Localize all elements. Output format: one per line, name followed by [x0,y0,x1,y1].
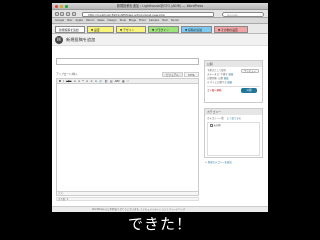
post-title-input[interactable] [56,58,199,65]
navigation-bar: http://localhost:8201/AEMI/wp-admin/post… [52,10,268,18]
align-center-button[interactable]: ≡ [90,80,92,83]
clock-icon: ◷ [207,81,210,84]
tab-add-post[interactable]: ▼ 投稿の追加 [181,25,212,33]
category-checkbox[interactable] [210,124,213,127]
blockquote-button[interactable]: ❝ [82,80,83,83]
tab-bar: 新規投稿を追加 ▼ 設定 ▼ デザイン ▼ プラグイン ▼ 投稿の追加 ▼ その… [52,24,268,34]
browser-window: 新規投稿を追加 ‹ Lighthouse@GTO (AEMI) — WordPr… [52,3,268,212]
align-right-button[interactable]: ≡ [95,80,97,83]
bookmark-item[interactable]: Google [55,19,64,22]
bookmark-item[interactable]: Flickr [139,19,146,22]
editor-path: パス: [56,192,199,196]
save-draft-button[interactable]: 下書きとして保存 [207,69,226,72]
permalink-row [56,67,199,71]
tab-settings[interactable]: ▼ 設定 [87,25,114,33]
bookmark-item[interactable]: Blogs [129,19,136,22]
bookmark-item[interactable]: Mac [67,19,72,22]
address-bar[interactable]: http://localhost:8201/AEMI/wp-admin/post… [82,11,214,17]
list-item[interactable]: 未分類 [210,124,257,128]
visibility-label: 公開状態: 公開 [207,77,223,80]
editor-mode-tabs: ビジュアル HTML [162,72,199,77]
category-label: 未分類 [213,124,221,127]
wp-page-header: W 新規投稿を追加 [52,34,268,46]
bold-button[interactable]: B [59,80,61,83]
bookmark-item[interactable]: Social [171,19,179,22]
reload-button[interactable] [66,12,70,16]
tab-new-post[interactable]: 新規投稿を追加 [55,25,85,33]
slide-caption: できた！ [127,215,192,233]
strikethrough-button[interactable]: ABC [66,80,71,83]
bookmark-item[interactable]: Apple [75,19,82,22]
bullet-list-button[interactable]: ≡ [74,80,76,83]
fullscreen-button[interactable]: ⛶ [127,80,129,83]
schedule-label: すぐに公開する [209,81,227,84]
trash-link[interactable]: ゴミ箱へ移動 [207,89,221,92]
kitchen-sink-button[interactable]: ▦ [122,80,124,83]
back-button[interactable] [55,12,59,16]
bookmark-item[interactable]: Camera [149,19,159,22]
tab-all-categories[interactable]: カテゴリー一覧 [207,117,224,121]
post-editor: アップロード/挿入 ビジュアル HTML B I ABC ≡ ≡ ❝ ≡ ≡ ≡… [56,58,199,208]
window-title: 新規投稿を追加 ‹ Lighthouse@GTO (AEMI) — WordPr… [116,4,204,8]
insert-link-button[interactable]: 🔗 [99,80,102,83]
word-count: 文字数: 0 [56,197,199,201]
unlink-button[interactable]: ⛓ [105,80,108,83]
insert-more-button[interactable]: ▤ [110,80,112,83]
tab-other-settings[interactable]: ▼ その他の設定 [214,25,248,33]
status-label: ステータス: 下書き [207,73,228,76]
post-content-textarea[interactable] [56,84,199,192]
bookmark-item[interactable]: News [98,19,105,22]
bookmark-item[interactable]: Design [108,19,117,22]
schedule-edit-link[interactable]: 編集 [227,81,232,84]
tab-popular-categories[interactable]: よく使うもの [227,117,241,121]
bookmark-item[interactable]: Yahoo! [86,19,95,22]
page-title: 新規投稿を追加 [66,37,96,42]
upload-insert-label[interactable]: アップロード/挿入 [56,73,78,76]
align-left-button[interactable]: ≡ [86,80,88,83]
title-bar: 新規投稿を追加 ‹ Lighthouse@GTO (AEMI) — WordPr… [52,3,268,10]
tab-plugins[interactable]: ▼ プラグイン [148,25,179,33]
category-list: 未分類 [207,122,260,156]
tab-html[interactable]: HTML [183,72,199,77]
bookmark-item[interactable]: Tech [162,19,168,22]
italic-button[interactable]: I [63,80,64,83]
publish-box: 公開 下書きとして保存 プレビュー ステータス: 下書き 編集 公開状態: 公開… [204,60,263,103]
add-category-link[interactable]: + 新規カテゴリーを追加 [205,160,232,164]
spellcheck-button[interactable]: ABC [115,80,120,83]
status-edit-link[interactable]: 編集 [228,73,233,76]
publish-button[interactable]: 公開 [241,88,257,93]
category-box: カテゴリー カテゴリー一覧 よく使うもの 未分類 [204,108,263,158]
tab-design[interactable]: ▼ デザイン [116,25,146,33]
home-button[interactable] [72,12,76,16]
visibility-edit-link[interactable]: 編集 [224,77,229,80]
wordpress-logo-icon: W [55,36,63,44]
search-field[interactable]: Google [222,11,264,17]
media-toolbar: アップロード/挿入 ビジュアル HTML [56,72,199,78]
forward-button[interactable] [60,12,64,16]
numbered-list-button[interactable]: ≡ [78,80,80,83]
bookmark-item[interactable]: Tools [119,19,125,22]
tab-visual[interactable]: ビジュアル [162,72,183,77]
